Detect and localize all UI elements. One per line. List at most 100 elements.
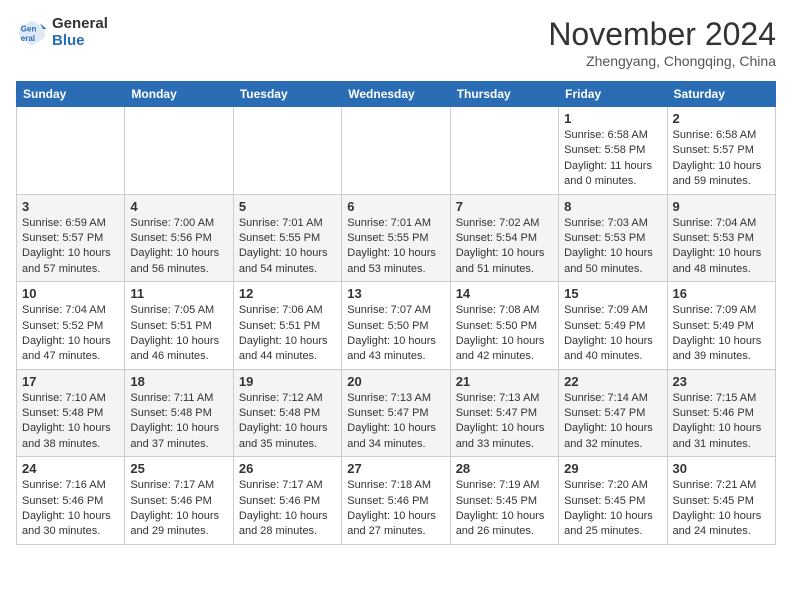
day-info: Sunrise: 7:09 AM Sunset: 5:49 PM Dayligh… [564, 303, 661, 365]
calendar-cell: 6 Sunrise: 7:01 AM Sunset: 5:55 PM Daylig… [342, 194, 450, 282]
day-info: Sunrise: 7:05 AM Sunset: 5:51 PM Dayligh… [130, 303, 227, 365]
day-info: Sunrise: 7:01 AM Sunset: 5:55 PM Dayligh… [239, 216, 336, 278]
calendar-cell: 16Sunrise: 7:09 AM Sunset: 5:49 PM Dayli… [667, 282, 775, 370]
logo-text: General Blue [52, 16, 108, 49]
day-number: 26 [239, 461, 336, 476]
calendar-cell: 26 Sunrise: 7:17 AM Sunset: 5:46 PM Dayli… [233, 457, 341, 545]
calendar-cell: 21 Sunrise: 7:13 AM Sunset: 5:47 PM Dayli… [450, 369, 558, 457]
calendar-cell [125, 107, 233, 195]
calendar-cell: 19Sunrise: 7:12 AM Sunset: 5:48 PM Dayli… [233, 369, 341, 457]
day-info: Sunrise: 7:20 AM Sunset: 5:45 PM Dayligh… [564, 478, 661, 540]
day-number: 3 [22, 199, 119, 214]
weekday-header-monday: Monday [125, 82, 233, 107]
week-row-2: 3 Sunrise: 6:59 AM Sunset: 5:57 PM Daylig… [17, 194, 776, 282]
calendar-cell: 7 Sunrise: 7:02 AM Sunset: 5:54 PM Daylig… [450, 194, 558, 282]
week-row-1: 1 Sunrise: 6:58 AM Sunset: 5:58 PM Daylig… [17, 107, 776, 195]
day-number: 24 [22, 461, 119, 476]
day-info: Sunrise: 7:17 AM Sunset: 5:46 PM Dayligh… [239, 478, 336, 540]
day-number: 6 [347, 199, 444, 214]
day-info: Sunrise: 7:15 AM Sunset: 5:46 PM Dayligh… [673, 391, 770, 453]
calendar-cell: 18 Sunrise: 7:11 AM Sunset: 5:48 PM Dayli… [125, 369, 233, 457]
day-info: Sunrise: 7:11 AM Sunset: 5:48 PM Dayligh… [130, 391, 227, 453]
day-info: Sunrise: 7:18 AM Sunset: 5:46 PM Dayligh… [347, 478, 444, 540]
day-info: Sunrise: 7:02 AM Sunset: 5:54 PM Dayligh… [456, 216, 553, 278]
day-number: 7 [456, 199, 553, 214]
day-info: Sunrise: 6:58 AM Sunset: 5:58 PM Dayligh… [564, 128, 661, 190]
weekday-header-friday: Friday [559, 82, 667, 107]
calendar-cell [342, 107, 450, 195]
day-number: 18 [130, 374, 227, 389]
calendar-cell: 10 Sunrise: 7:04 AM Sunset: 5:52 PM Dayli… [17, 282, 125, 370]
calendar-cell: 29Sunrise: 7:20 AM Sunset: 5:45 PM Dayli… [559, 457, 667, 545]
calendar-table: SundayMondayTuesdayWednesdayThursdayFrid… [16, 81, 776, 545]
day-info: Sunrise: 7:13 AM Sunset: 5:47 PM Dayligh… [347, 391, 444, 453]
calendar-cell: 2Sunrise: 6:58 AM Sunset: 5:57 PM Daylig… [667, 107, 775, 195]
weekday-header-thursday: Thursday [450, 82, 558, 107]
day-number: 11 [130, 286, 227, 301]
month-title: November 2024 [548, 16, 776, 53]
day-number: 17 [22, 374, 119, 389]
weekday-header-wednesday: Wednesday [342, 82, 450, 107]
calendar-cell: 9 Sunrise: 7:04 AM Sunset: 5:53 PM Daylig… [667, 194, 775, 282]
day-number: 19 [239, 374, 336, 389]
day-number: 27 [347, 461, 444, 476]
calendar-cell [233, 107, 341, 195]
day-info: Sunrise: 7:04 AM Sunset: 5:52 PM Dayligh… [22, 303, 119, 365]
day-number: 9 [673, 199, 770, 214]
day-number: 13 [347, 286, 444, 301]
logo: Gen eral General Blue [16, 16, 108, 49]
location: Zhengyang, Chongqing, China [548, 53, 776, 69]
day-info: Sunrise: 7:21 AM Sunset: 5:45 PM Dayligh… [673, 478, 770, 540]
calendar-cell: 12Sunrise: 7:06 AM Sunset: 5:51 PM Dayli… [233, 282, 341, 370]
calendar-cell: 8Sunrise: 7:03 AM Sunset: 5:53 PM Daylig… [559, 194, 667, 282]
day-number: 14 [456, 286, 553, 301]
calendar-cell: 23 Sunrise: 7:15 AM Sunset: 5:46 PM Dayli… [667, 369, 775, 457]
calendar-cell: 30 Sunrise: 7:21 AM Sunset: 5:45 PM Dayli… [667, 457, 775, 545]
day-info: Sunrise: 7:14 AM Sunset: 5:47 PM Dayligh… [564, 391, 661, 453]
day-info: Sunrise: 7:09 AM Sunset: 5:49 PM Dayligh… [673, 303, 770, 365]
day-info: Sunrise: 7:19 AM Sunset: 5:45 PM Dayligh… [456, 478, 553, 540]
calendar-cell: 28Sunrise: 7:19 AM Sunset: 5:45 PM Dayli… [450, 457, 558, 545]
day-number: 4 [130, 199, 227, 214]
calendar-cell [17, 107, 125, 195]
svg-text:eral: eral [21, 34, 35, 43]
day-number: 22 [564, 374, 661, 389]
day-info: Sunrise: 7:08 AM Sunset: 5:50 PM Dayligh… [456, 303, 553, 365]
svg-text:Gen: Gen [21, 24, 37, 33]
day-number: 21 [456, 374, 553, 389]
calendar-cell: 25 Sunrise: 7:17 AM Sunset: 5:46 PM Dayli… [125, 457, 233, 545]
day-number: 10 [22, 286, 119, 301]
week-row-5: 24Sunrise: 7:16 AM Sunset: 5:46 PM Dayli… [17, 457, 776, 545]
day-info: Sunrise: 6:58 AM Sunset: 5:57 PM Dayligh… [673, 128, 770, 190]
day-info: Sunrise: 7:01 AM Sunset: 5:55 PM Dayligh… [347, 216, 444, 278]
day-number: 20 [347, 374, 444, 389]
day-number: 25 [130, 461, 227, 476]
title-block: November 2024 Zhengyang, Chongqing, Chin… [548, 16, 776, 69]
day-info: Sunrise: 7:00 AM Sunset: 5:56 PM Dayligh… [130, 216, 227, 278]
day-number: 1 [564, 111, 661, 126]
calendar-cell [450, 107, 558, 195]
day-info: Sunrise: 7:17 AM Sunset: 5:46 PM Dayligh… [130, 478, 227, 540]
calendar-cell: 27 Sunrise: 7:18 AM Sunset: 5:46 PM Dayli… [342, 457, 450, 545]
logo-general: General [52, 16, 108, 33]
day-info: Sunrise: 7:10 AM Sunset: 5:48 PM Dayligh… [22, 391, 119, 453]
calendar-cell: 13Sunrise: 7:07 AM Sunset: 5:50 PM Dayli… [342, 282, 450, 370]
day-number: 5 [239, 199, 336, 214]
day-number: 23 [673, 374, 770, 389]
day-number: 30 [673, 461, 770, 476]
day-info: Sunrise: 7:06 AM Sunset: 5:51 PM Dayligh… [239, 303, 336, 365]
day-info: Sunrise: 6:59 AM Sunset: 5:57 PM Dayligh… [22, 216, 119, 278]
weekday-header-row: SundayMondayTuesdayWednesdayThursdayFrid… [17, 82, 776, 107]
calendar-cell: 17 Sunrise: 7:10 AM Sunset: 5:48 PM Dayli… [17, 369, 125, 457]
calendar-cell: 20 Sunrise: 7:13 AM Sunset: 5:47 PM Dayli… [342, 369, 450, 457]
logo-icon: Gen eral [16, 17, 48, 49]
weekday-header-sunday: Sunday [17, 82, 125, 107]
calendar-cell: 5 Sunrise: 7:01 AM Sunset: 5:55 PM Daylig… [233, 194, 341, 282]
weekday-header-tuesday: Tuesday [233, 82, 341, 107]
day-number: 8 [564, 199, 661, 214]
calendar-cell: 22 Sunrise: 7:14 AM Sunset: 5:47 PM Dayli… [559, 369, 667, 457]
day-info: Sunrise: 7:04 AM Sunset: 5:53 PM Dayligh… [673, 216, 770, 278]
calendar-cell: 3 Sunrise: 6:59 AM Sunset: 5:57 PM Daylig… [17, 194, 125, 282]
day-info: Sunrise: 7:13 AM Sunset: 5:47 PM Dayligh… [456, 391, 553, 453]
calendar-cell: 15Sunrise: 7:09 AM Sunset: 5:49 PM Dayli… [559, 282, 667, 370]
